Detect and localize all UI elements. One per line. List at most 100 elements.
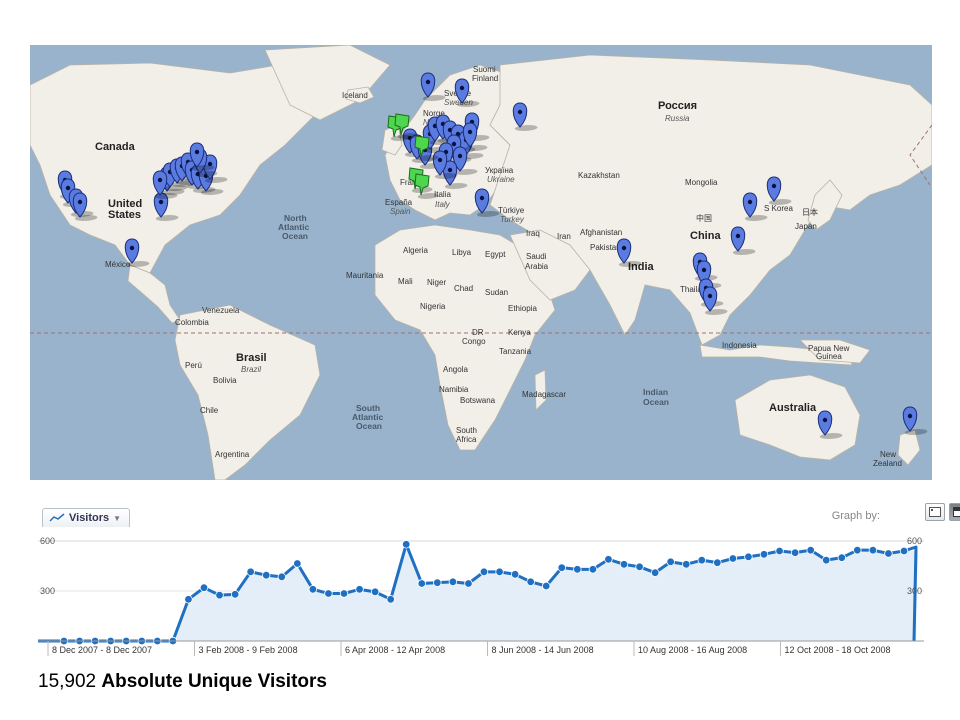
- label-bolivia: Bolivia: [213, 376, 237, 385]
- data-point[interactable]: [495, 567, 504, 577]
- data-point[interactable]: [215, 590, 224, 600]
- label-niger: Niger: [427, 278, 446, 287]
- label-egypt: Egypt: [485, 250, 506, 259]
- data-point[interactable]: [464, 579, 473, 588]
- label-papua-new-guinea-2: Guinea: [816, 352, 842, 361]
- data-point[interactable]: [806, 545, 815, 555]
- data-point[interactable]: [744, 552, 753, 562]
- label-indian-ocean: Indian: [643, 387, 668, 397]
- label-sudan: Sudan: [485, 288, 508, 297]
- data-point[interactable]: [775, 546, 784, 556]
- label-canada: Canada: [95, 141, 136, 153]
- data-point[interactable]: [557, 563, 566, 572]
- label-china-cn: 中国: [696, 213, 712, 223]
- data-point[interactable]: [884, 549, 893, 558]
- label-argentina: Argentina: [215, 450, 250, 459]
- graph-by-day-button[interactable]: [925, 503, 945, 521]
- data-point[interactable]: [339, 589, 349, 598]
- data-point[interactable]: [713, 558, 722, 567]
- data-point[interactable]: [759, 550, 769, 559]
- data-point[interactable]: [262, 570, 271, 580]
- label-afghanistan: Afghanistan: [580, 228, 622, 237]
- week-view-icon: [953, 507, 960, 517]
- data-point[interactable]: [308, 585, 318, 594]
- data-point[interactable]: [293, 559, 302, 568]
- x-axis-label: 10 Aug 2008 - 16 Aug 2008: [638, 645, 747, 655]
- data-point[interactable]: [324, 589, 333, 598]
- label-madagascar: Madagascar: [522, 390, 566, 399]
- data-point[interactable]: [370, 587, 380, 597]
- label-finland-2: Finland: [472, 74, 498, 83]
- x-axis-label: 6 Apr 2008 - 12 Apr 2008: [345, 645, 445, 655]
- graph-by-week-button[interactable]: [949, 503, 960, 521]
- data-point[interactable]: [433, 578, 442, 587]
- data-point[interactable]: [448, 577, 458, 587]
- data-point[interactable]: [526, 577, 535, 587]
- label-finland: Suomi: [473, 65, 496, 74]
- label-iraq: Iraq: [526, 229, 540, 238]
- data-point[interactable]: [510, 570, 520, 579]
- graph-by-label: Graph by:: [831, 510, 880, 522]
- data-point[interactable]: [666, 557, 675, 567]
- data-point[interactable]: [899, 546, 909, 556]
- data-point[interactable]: [277, 572, 286, 582]
- data-point[interactable]: [682, 560, 691, 569]
- data-point[interactable]: [184, 595, 193, 604]
- x-axis-label: 12 Oct 2008 - 18 Oct 2008: [785, 645, 891, 655]
- data-point[interactable]: [837, 553, 846, 562]
- label-ethiopia: Ethiopia: [508, 304, 537, 313]
- world-map[interactable]: Canada United States México Venezuela Co…: [30, 45, 932, 480]
- label-south-africa-2: Africa: [456, 435, 477, 444]
- data-point[interactable]: [230, 590, 240, 599]
- data-point[interactable]: [728, 554, 738, 563]
- label-libya: Libya: [452, 248, 472, 257]
- label-saudi-arabia: Saudi: [526, 252, 547, 261]
- y-tick-left-300: 300: [40, 586, 55, 596]
- data-point[interactable]: [386, 595, 395, 604]
- label-peru: Perú: [185, 361, 202, 370]
- y-tick-left-600: 600: [40, 536, 55, 546]
- label-mongolia: Mongolia: [685, 178, 718, 187]
- data-point[interactable]: [853, 545, 862, 555]
- label-north-atlantic-3: Ocean: [282, 231, 308, 241]
- label-new-zealand: New: [880, 450, 896, 459]
- label-colombia: Colombia: [175, 318, 209, 327]
- data-point[interactable]: [635, 562, 644, 572]
- label-south-africa: South: [456, 426, 477, 435]
- trend-line-icon: [49, 513, 65, 522]
- data-point[interactable]: [822, 555, 831, 565]
- visitors-area: [38, 544, 918, 641]
- data-point[interactable]: [199, 583, 209, 592]
- chart-canvas: 600 300 600 300 8 Dec 2007 - 8 Dec 2007 3 Feb…: [38, 536, 924, 656]
- data-point[interactable]: [650, 568, 660, 577]
- label-ukraine: Україна: [485, 166, 514, 175]
- data-point[interactable]: [790, 548, 800, 557]
- data-point[interactable]: [697, 555, 706, 565]
- data-point[interactable]: [479, 567, 489, 577]
- label-saudi-arabia-2: Arabia: [525, 262, 549, 271]
- label-botswana: Botswana: [460, 396, 496, 405]
- label-indian-ocean-2: Ocean: [643, 397, 669, 407]
- series-selector[interactable]: Visitors ▼: [42, 508, 131, 527]
- data-point[interactable]: [542, 581, 551, 591]
- label-turkey: Türkiye: [498, 206, 525, 215]
- data-point[interactable]: [246, 567, 255, 577]
- data-point[interactable]: [604, 555, 613, 564]
- data-point[interactable]: [868, 545, 878, 555]
- visitors-chart[interactable]: 600 300 600 300 8 Dec 2007 - 8 Dec 2007 3 Feb…: [38, 527, 924, 659]
- label-algeria: Algeria: [403, 246, 428, 255]
- label-mali: Mali: [398, 277, 413, 286]
- graph-header: Visitors ▼ Graph by:: [42, 503, 960, 528]
- data-point[interactable]: [417, 579, 426, 588]
- data-point[interactable]: [588, 565, 598, 574]
- data-point[interactable]: [619, 560, 629, 569]
- unique-visitors-count: 15,902: [38, 671, 97, 692]
- label-nigeria: Nigeria: [420, 302, 446, 311]
- label-kazakhstan: Kazakhstan: [578, 171, 620, 180]
- data-point[interactable]: [355, 585, 364, 594]
- map-canvas[interactable]: Canada United States México Venezuela Co…: [30, 45, 932, 480]
- label-south-atlantic-3: Ocean: [356, 421, 382, 431]
- data-point[interactable]: [573, 565, 582, 574]
- data-point[interactable]: [402, 540, 411, 549]
- label-new-zealand-2: Zealand: [873, 459, 902, 468]
